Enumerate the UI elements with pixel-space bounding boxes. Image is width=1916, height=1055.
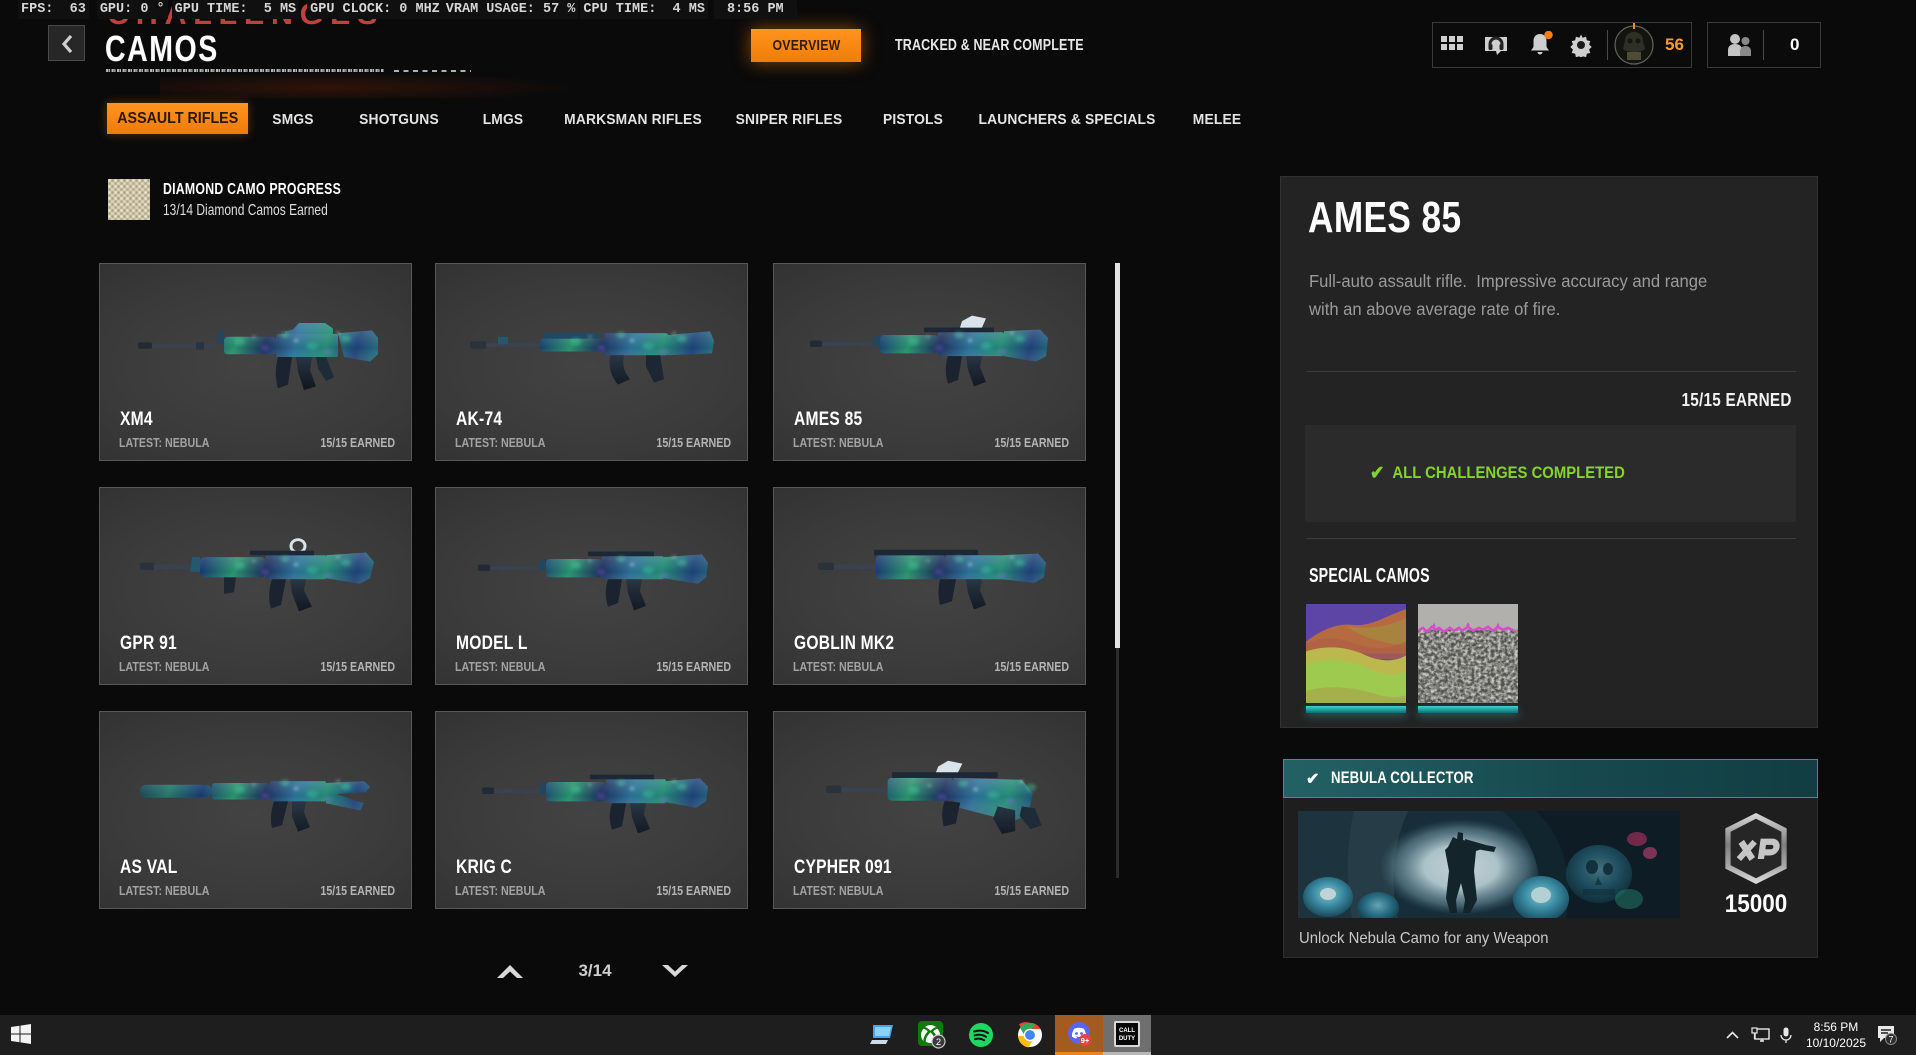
svg-text:CALL: CALL xyxy=(1119,1028,1135,1034)
svg-text:9+: 9+ xyxy=(1081,1036,1090,1045)
svg-text:DUTY: DUTY xyxy=(1119,1036,1135,1042)
svg-text:7: 7 xyxy=(1888,1035,1893,1045)
svg-text:2: 2 xyxy=(936,1037,941,1048)
